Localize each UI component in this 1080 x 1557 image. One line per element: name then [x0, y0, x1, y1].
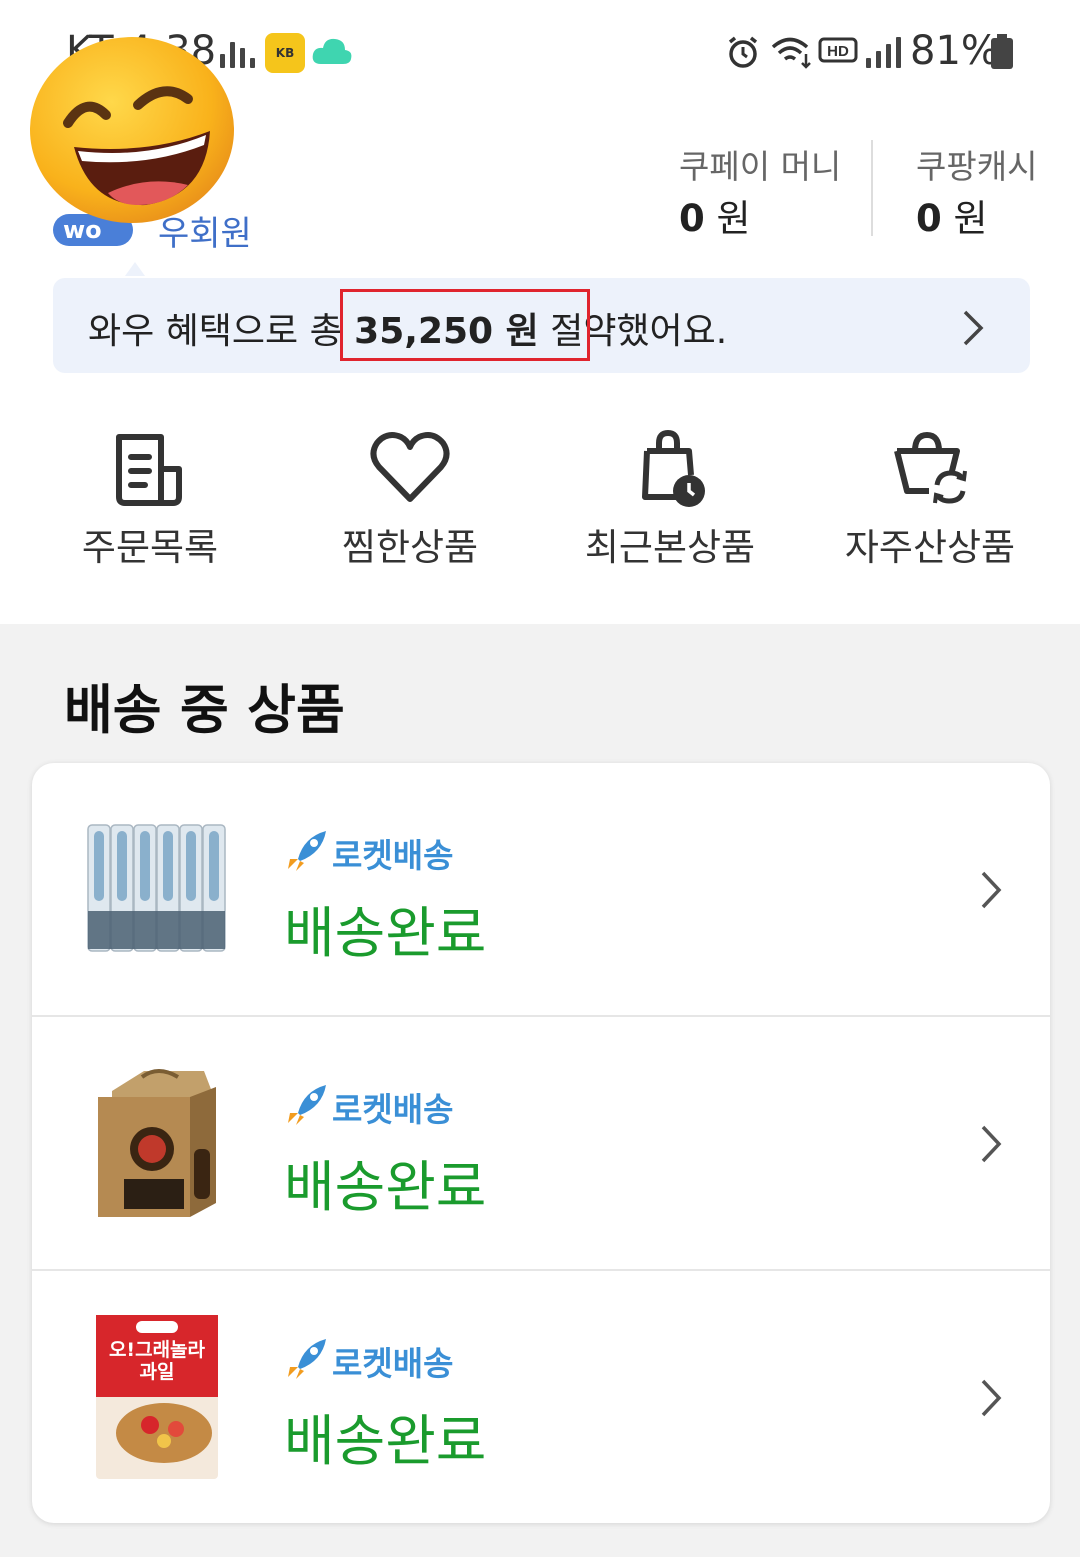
- rocket-icon: [288, 831, 326, 871]
- rocket-delivery-label: 로켓배송: [332, 1090, 454, 1129]
- highlight-annotation: [340, 289, 590, 361]
- chevron-right-icon: [981, 871, 1002, 909]
- hd-voice-icon: HD: [818, 37, 858, 63]
- laughing-emoji-icon: [30, 37, 234, 223]
- reorder-cart-icon: [894, 431, 967, 504]
- heart-icon: [370, 432, 450, 502]
- chevron-right-icon: [981, 1379, 1002, 1417]
- coupang-cash-value[interactable]: 0 원: [916, 188, 988, 242]
- alarm-icon: [728, 36, 758, 68]
- rocket-delivery-label: 로켓배송: [332, 1344, 454, 1383]
- granola-product-image: 오!그래놀라 과일: [94, 1313, 220, 1481]
- quick-menu-label: 자주산상품: [844, 526, 1016, 569]
- delivery-item[interactable]: 로켓배송 배송완료: [32, 1017, 1050, 1269]
- cereal-name: 오!그래놀라 과일: [108, 1339, 206, 1383]
- wifi-icon: [771, 37, 811, 69]
- quick-menu-label: 찜한상품: [341, 526, 479, 569]
- delivery-item[interactable]: 로켓배송 배송완료: [32, 763, 1050, 1015]
- chevron-right-icon: [963, 310, 984, 346]
- recent-bag-icon: [642, 429, 705, 507]
- battery-percent: 81%: [910, 28, 999, 74]
- delivery-status: 배송완료: [284, 901, 487, 965]
- kb-bank-icon: KB: [265, 33, 305, 73]
- delivery-section-title: 배송 중 상품: [64, 680, 345, 741]
- svg-text:HD: HD: [827, 43, 849, 60]
- delivery-status: 배송완료: [284, 1155, 487, 1219]
- delivery-item[interactable]: 오!그래놀라 과일 로켓배송 배송완료: [32, 1271, 1050, 1523]
- chevron-right-icon: [981, 1125, 1002, 1163]
- gift-box-product-image: [98, 1069, 216, 1217]
- toothbrush-product-image: [87, 824, 226, 952]
- coupay-money-label: 쿠페이 머니: [679, 147, 842, 186]
- quick-menu-label: 최근본상품: [584, 526, 756, 569]
- rocket-icon: [288, 1339, 326, 1379]
- quick-menu-frequent[interactable]: 자주산상품: [800, 425, 1060, 575]
- coupay-money-value[interactable]: 0 원: [679, 188, 751, 242]
- cell-signal-icon: [866, 36, 901, 68]
- wallet-divider: [871, 140, 873, 236]
- banner-pointer: [125, 262, 145, 276]
- quick-menu-recent[interactable]: 최근본상품: [540, 425, 800, 575]
- coupang-cash-label: 쿠팡캐시: [916, 147, 1038, 186]
- quick-menu-orders[interactable]: 주문목록: [20, 425, 280, 575]
- rocket-delivery-label: 로켓배송: [332, 836, 454, 875]
- rocket-icon: [288, 1085, 326, 1125]
- delivery-status: 배송완료: [284, 1409, 487, 1473]
- receipt-icon: [116, 434, 182, 506]
- quick-menu-wishlist[interactable]: 찜한상품: [280, 425, 540, 575]
- quick-menu-label: 주문목록: [81, 526, 219, 569]
- battery-icon: [991, 34, 1013, 69]
- cloud-icon: [312, 38, 352, 64]
